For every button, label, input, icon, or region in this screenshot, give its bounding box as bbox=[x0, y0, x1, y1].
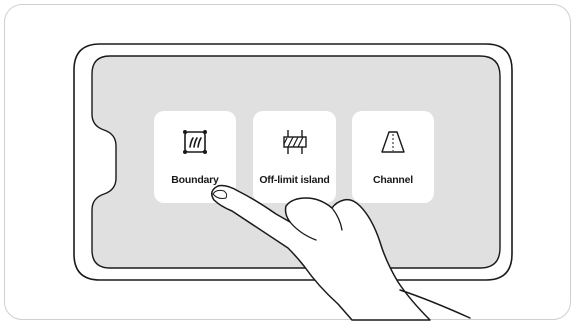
tile-off-limit-island[interactable]: Off-limit island bbox=[253, 111, 336, 203]
boundary-icon bbox=[183, 130, 207, 154]
tile-boundary[interactable]: Boundary bbox=[154, 111, 236, 203]
channel-icon bbox=[381, 131, 405, 153]
off-limit-island-icon bbox=[282, 130, 307, 154]
tile-label-boundary: Boundary bbox=[171, 174, 219, 186]
tile-label-channel: Channel bbox=[372, 174, 414, 186]
tile-channel[interactable]: Channel bbox=[352, 111, 434, 203]
tile-label-off-limit-island: Off-limit island bbox=[259, 174, 330, 186]
